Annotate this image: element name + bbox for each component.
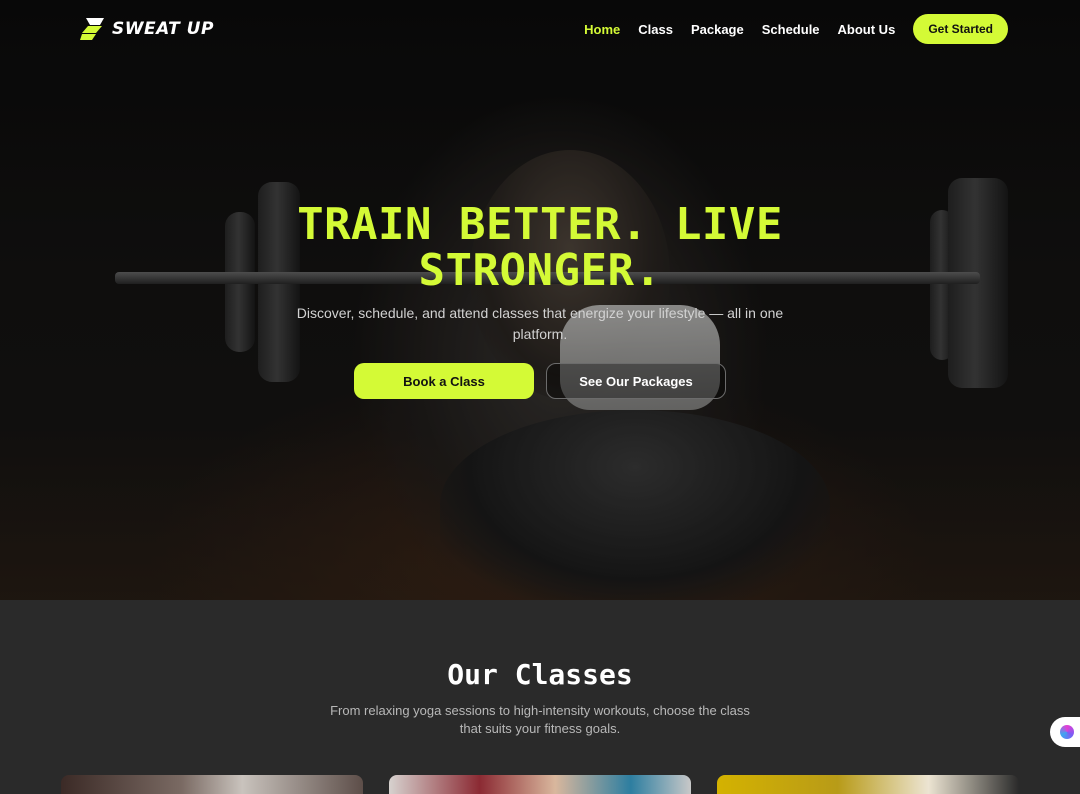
see-packages-button[interactable]: See Our Packages bbox=[546, 363, 726, 399]
classes-subtitle: From relaxing yoga sessions to high-inte… bbox=[330, 703, 750, 736]
assistant-icon bbox=[1060, 725, 1074, 739]
class-card[interactable] bbox=[61, 775, 363, 794]
logo-bolt-icon bbox=[80, 17, 106, 41]
nav-link-package[interactable]: Package bbox=[691, 22, 744, 37]
book-class-button[interactable]: Book a Class bbox=[354, 363, 534, 399]
get-started-button[interactable]: Get Started bbox=[913, 14, 1008, 44]
hero-title-line1: TRAIN BETTER. LIVE bbox=[297, 199, 783, 250]
hero-subtitle: Discover, schedule, and attend classes t… bbox=[296, 305, 784, 342]
nav-links: Home Class Package Schedule About Us Get… bbox=[584, 14, 1008, 44]
classes-section: Our Classes From relaxing yoga sessions … bbox=[0, 600, 1080, 794]
hero-section: SWEAT UP Home Class Package Schedule Abo… bbox=[0, 0, 1080, 600]
hero-title: TRAIN BETTER. LIVE STRONGER. bbox=[0, 202, 1080, 294]
brand-logo[interactable]: SWEAT UP bbox=[80, 17, 214, 41]
class-card[interactable] bbox=[717, 775, 1019, 794]
main-nav: SWEAT UP Home Class Package Schedule Abo… bbox=[0, 0, 1080, 60]
nav-link-about-us[interactable]: About Us bbox=[838, 22, 896, 37]
hero-overlay bbox=[0, 0, 1080, 600]
nav-link-schedule[interactable]: Schedule bbox=[762, 22, 820, 37]
nav-link-class[interactable]: Class bbox=[638, 22, 673, 37]
class-card[interactable] bbox=[389, 775, 691, 794]
brand-name: SWEAT UP bbox=[112, 19, 214, 39]
assistant-widget-button[interactable] bbox=[1050, 717, 1080, 747]
classes-title: Our Classes bbox=[447, 658, 633, 691]
nav-link-home[interactable]: Home bbox=[584, 22, 620, 37]
hero-title-line2: STRONGER. bbox=[418, 245, 662, 296]
